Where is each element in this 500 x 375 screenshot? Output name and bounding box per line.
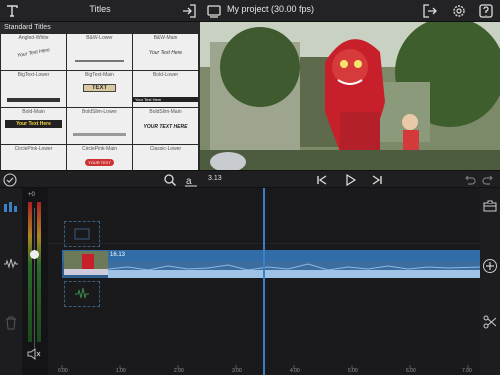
import-icon[interactable]: [181, 3, 197, 19]
titles-header: Titles: [0, 0, 200, 22]
export-icon[interactable]: [422, 3, 438, 19]
mute-speaker-icon[interactable]: [27, 348, 41, 360]
redo-icon[interactable]: [482, 173, 496, 187]
ruler-label: 0.00: [58, 368, 68, 374]
tile-sample: YOUR TEXT: [85, 159, 114, 166]
playhead[interactable]: [263, 188, 265, 375]
tile-label: BoldSlim-Lower: [81, 109, 117, 115]
zoom-readout: 3.13: [208, 175, 222, 182]
ruler-label: 4.00: [290, 368, 300, 374]
project-title[interactable]: My project (30.00 fps): [227, 4, 314, 14]
tile-sample: Your Text Here: [133, 97, 198, 102]
titles-grid: Angled-White Your Text Here B&W-Lower B&…: [1, 34, 199, 181]
tile-label: BoldSlim-Main: [149, 109, 182, 115]
project-name: My project: [227, 4, 269, 14]
project-icon[interactable]: [206, 3, 222, 19]
title-tile-bigtext-lower[interactable]: BigText-Lower: [1, 71, 66, 107]
add-plus-icon[interactable]: [482, 258, 498, 274]
thumbnail-image: [64, 251, 108, 275]
text-size-icon[interactable]: a: [184, 173, 198, 187]
ruler-label: 3.00: [232, 368, 242, 374]
search-icon[interactable]: [163, 173, 177, 187]
panel-title: Titles: [89, 4, 111, 14]
video-clip[interactable]: 16.13: [62, 250, 480, 278]
tile-label: Bold-Lower: [152, 72, 179, 78]
project-fps: (30.00 fps): [271, 4, 315, 14]
clip-thumbnail: [64, 251, 108, 275]
transport-bar: a 3.13: [0, 170, 500, 188]
tile-label: Angled-White: [18, 35, 49, 41]
play-icon[interactable]: [343, 173, 357, 187]
tile-sample: Your Text Here: [5, 120, 62, 128]
undo-icon[interactable]: [462, 173, 476, 187]
title-placeholder-icon: [74, 228, 90, 240]
tile-label: Classic-Lower: [149, 146, 182, 152]
tile-label: BigText-Lower: [17, 72, 50, 78]
title-tile-boldslim-main[interactable]: BoldSlim-Main YOUR TEXT HERE: [133, 108, 198, 144]
ruler-label: 7.00: [462, 368, 472, 374]
tile-line: [75, 60, 124, 62]
title-tile-bw-lower[interactable]: B&W-Lower: [67, 34, 132, 70]
left-toolbar: [0, 188, 22, 375]
right-toolbar: [480, 188, 500, 375]
toolbox-icon[interactable]: [483, 200, 497, 212]
tile-label: B&W-Main: [153, 35, 178, 41]
svg-text:a: a: [186, 176, 192, 187]
audio-placeholder-icon: [75, 287, 89, 299]
ruler-label: 5.00: [348, 368, 358, 374]
trash-icon[interactable]: [5, 316, 17, 330]
section-label: Standard Titles: [4, 24, 51, 31]
title-tile-boldslim-lower[interactable]: BoldSlim-Lower: [67, 108, 132, 144]
tile-sample: TEXT: [83, 84, 116, 92]
title-tile-angled-white[interactable]: Angled-White Your Text Here: [1, 34, 66, 70]
volume-knob[interactable]: [30, 250, 39, 259]
ruler-label: 6.00: [406, 368, 416, 374]
audio-mixer-icon[interactable]: [3, 200, 19, 214]
tile-label: CirclePink-Lower: [14, 146, 53, 152]
meter-right-channel: [37, 202, 41, 342]
audio-waveform: [108, 261, 480, 278]
settings-gear-icon[interactable]: [451, 3, 467, 19]
tile-label: B&W-Lower: [86, 35, 113, 41]
project-header: My project (30.00 fps): [200, 0, 500, 22]
meter-top-label: +0: [28, 192, 35, 198]
tile-label: CirclePink-Main: [81, 146, 117, 152]
tile-label: Bold-Main: [22, 109, 45, 115]
audio-meter: +0: [22, 188, 48, 375]
help-icon[interactable]: [478, 3, 494, 19]
title-tile-bold-main[interactable]: Bold-Main Your Text Here: [1, 108, 66, 144]
volume-track: [34, 208, 35, 348]
tile-line: [7, 98, 60, 102]
tile-sample: Your Text Here: [148, 50, 183, 56]
waveform-icon[interactable]: [3, 258, 19, 270]
meter-left-channel: [28, 202, 32, 342]
ruler-label: 1.00: [116, 368, 126, 374]
tile-label: BigText-Main: [85, 72, 114, 78]
ruler-label: 2.00: [174, 368, 184, 374]
scissors-icon[interactable]: [483, 315, 497, 329]
tile-sample: Your Text Here: [16, 47, 51, 59]
video-preview[interactable]: [200, 22, 500, 170]
skip-forward-icon[interactable]: [370, 173, 384, 187]
clip-duration: 16.13: [110, 252, 126, 258]
title-tile-bold-lower[interactable]: Bold-Lower Your Text Here: [133, 71, 198, 107]
checkmark-circle-icon[interactable]: [3, 173, 17, 187]
tile-sample: YOUR TEXT HERE: [143, 124, 188, 130]
skip-back-icon[interactable]: [315, 173, 329, 187]
preview-frame: [200, 22, 500, 170]
tile-line: [73, 133, 126, 136]
add-title-placeholder[interactable]: [64, 221, 100, 247]
add-audio-placeholder[interactable]: [64, 281, 100, 307]
title-tile-bigtext-main[interactable]: BigText-Main TEXT: [67, 71, 132, 107]
titles-browser: Standard Titles Angled-White Your Text H…: [0, 22, 200, 181]
timeline: +0 16.13 0.00 1.00 2.00 3.00 4.00 5.00 6…: [0, 188, 500, 375]
title-tile-bw-main[interactable]: B&W-Main Your Text Here: [133, 34, 198, 70]
